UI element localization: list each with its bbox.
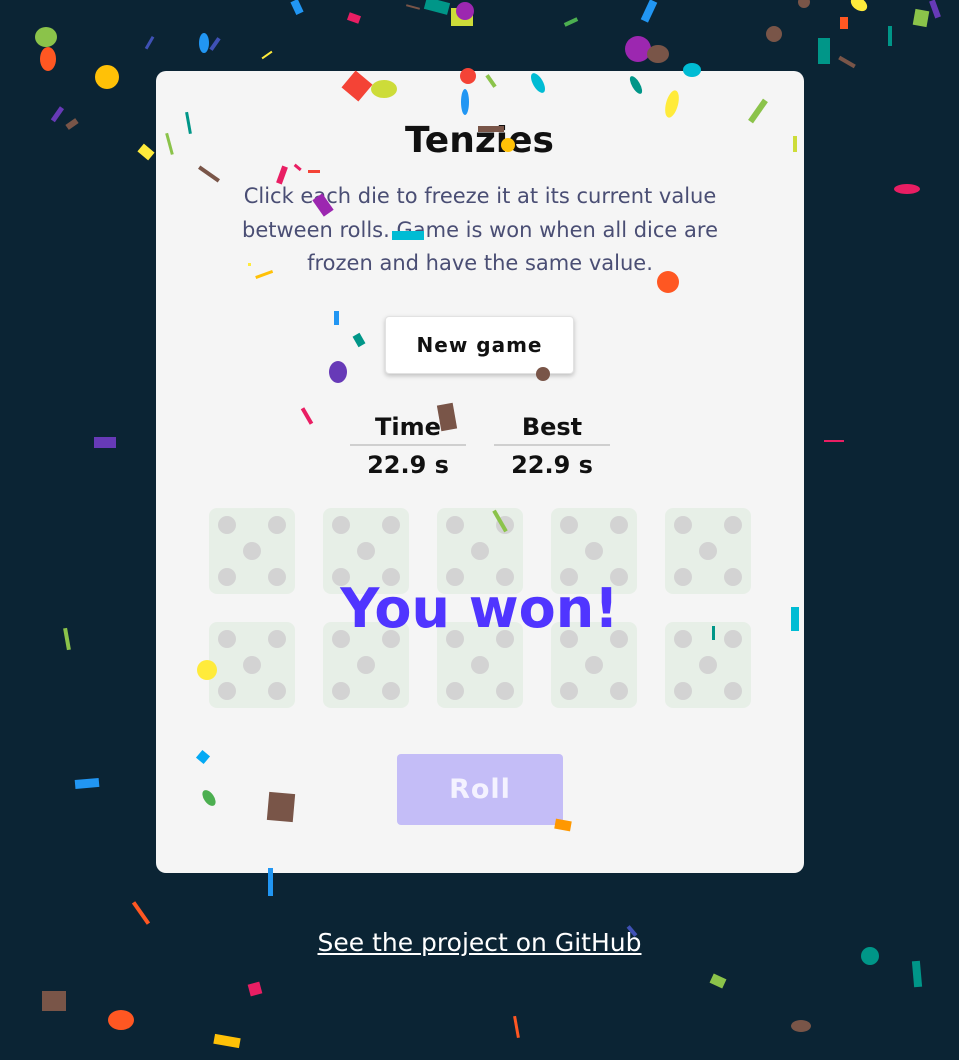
confetti-piece bbox=[451, 8, 473, 26]
confetti-piece bbox=[513, 1015, 520, 1039]
confetti-piece bbox=[209, 37, 221, 51]
pip bbox=[357, 656, 375, 674]
pip bbox=[471, 656, 489, 674]
confetti-piece bbox=[40, 47, 56, 71]
pip bbox=[446, 682, 464, 700]
confetti-piece bbox=[840, 17, 848, 29]
confetti-piece bbox=[647, 45, 669, 63]
confetti-piece bbox=[888, 26, 892, 46]
pip bbox=[446, 516, 464, 534]
confetti-piece bbox=[456, 2, 474, 20]
confetti-piece bbox=[35, 27, 57, 47]
win-message: You won! bbox=[340, 577, 619, 640]
pip bbox=[674, 682, 692, 700]
pip bbox=[699, 656, 717, 674]
confetti-piece bbox=[213, 1033, 241, 1049]
confetti-piece bbox=[405, 4, 421, 10]
confetti-piece bbox=[108, 1010, 134, 1030]
pip bbox=[243, 656, 261, 674]
pip bbox=[610, 516, 628, 534]
confetti-piece bbox=[346, 12, 362, 24]
confetti-piece bbox=[850, 0, 868, 12]
confetti-piece bbox=[818, 38, 830, 64]
github-link[interactable]: See the project on GitHub bbox=[0, 928, 959, 957]
time-value: 22.9 s bbox=[367, 451, 449, 479]
confetti-piece bbox=[261, 50, 273, 60]
time-stat: Time 22.9 s bbox=[350, 410, 466, 484]
confetti-piece bbox=[42, 991, 66, 1011]
confetti-piece bbox=[798, 0, 810, 8]
pip bbox=[357, 542, 375, 560]
game-instructions: Click each die to freeze it at its curre… bbox=[242, 184, 718, 275]
pip bbox=[218, 516, 236, 534]
time-label: Time bbox=[350, 410, 466, 446]
confetti-piece bbox=[640, 0, 658, 23]
pip bbox=[243, 542, 261, 560]
confetti-piece bbox=[247, 981, 263, 997]
pip bbox=[496, 516, 514, 534]
confetti-piece bbox=[95, 65, 119, 89]
confetti-piece bbox=[838, 55, 856, 69]
pip bbox=[382, 516, 400, 534]
confetti-piece bbox=[894, 184, 920, 194]
confetti-piece bbox=[824, 440, 844, 442]
confetti-piece bbox=[625, 36, 651, 62]
confetti-piece bbox=[74, 777, 100, 790]
pip bbox=[699, 542, 717, 560]
confetti-piece bbox=[791, 1020, 811, 1032]
pip bbox=[610, 682, 628, 700]
confetti-piece bbox=[423, 0, 451, 15]
best-value: 22.9 s bbox=[511, 451, 593, 479]
confetti-piece bbox=[199, 33, 209, 53]
pip bbox=[674, 516, 692, 534]
pip bbox=[724, 516, 742, 534]
confetti-piece bbox=[563, 17, 579, 27]
confetti-piece bbox=[929, 0, 941, 19]
pip bbox=[585, 656, 603, 674]
pip bbox=[724, 682, 742, 700]
pip bbox=[268, 516, 286, 534]
pip bbox=[268, 682, 286, 700]
confetti-piece bbox=[94, 437, 116, 448]
confetti-piece bbox=[911, 960, 923, 988]
pip bbox=[560, 516, 578, 534]
confetti-piece bbox=[290, 0, 304, 16]
confetti-piece bbox=[766, 26, 782, 42]
roll-button[interactable]: Roll bbox=[397, 754, 563, 825]
confetti-piece bbox=[912, 8, 930, 28]
confetti-piece bbox=[144, 35, 155, 50]
pip bbox=[332, 516, 350, 534]
pip bbox=[560, 682, 578, 700]
game-title: Tenzies bbox=[405, 120, 554, 161]
best-stat: Best 22.9 s bbox=[494, 410, 610, 484]
pip bbox=[382, 682, 400, 700]
confetti-piece bbox=[709, 973, 727, 989]
pip bbox=[471, 542, 489, 560]
pip bbox=[218, 682, 236, 700]
best-label: Best bbox=[494, 410, 610, 446]
pip bbox=[496, 682, 514, 700]
pip bbox=[585, 542, 603, 560]
pip bbox=[332, 682, 350, 700]
confetti-piece bbox=[131, 901, 151, 925]
new-game-button[interactable]: New game bbox=[385, 316, 574, 374]
